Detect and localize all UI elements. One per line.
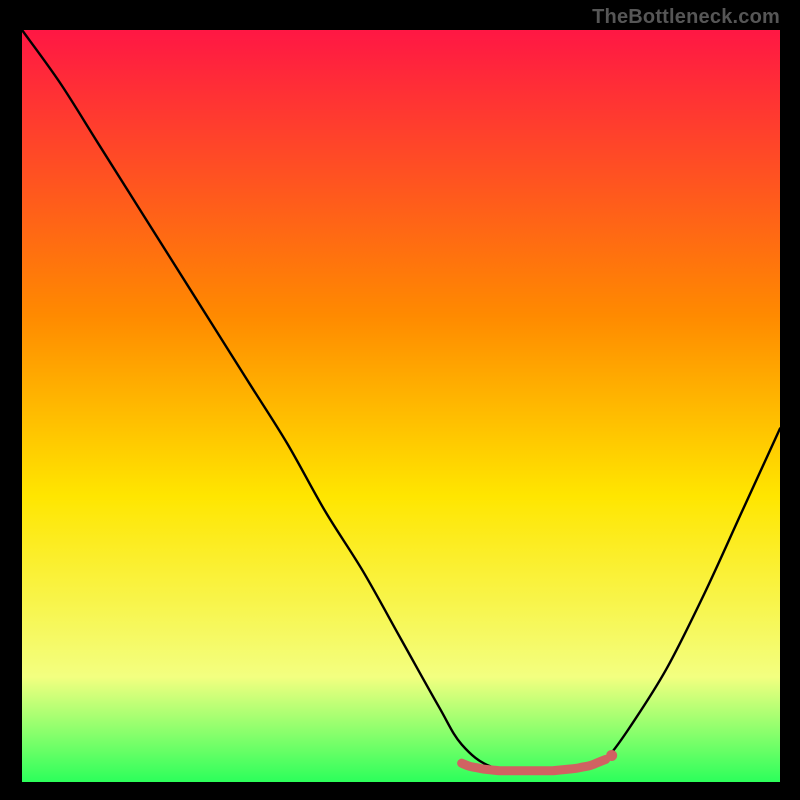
attribution-link[interactable]: TheBottleneck.com xyxy=(592,6,780,29)
bottleneck-chart xyxy=(0,0,800,800)
chart-frame: TheBottleneck.com xyxy=(0,0,800,800)
